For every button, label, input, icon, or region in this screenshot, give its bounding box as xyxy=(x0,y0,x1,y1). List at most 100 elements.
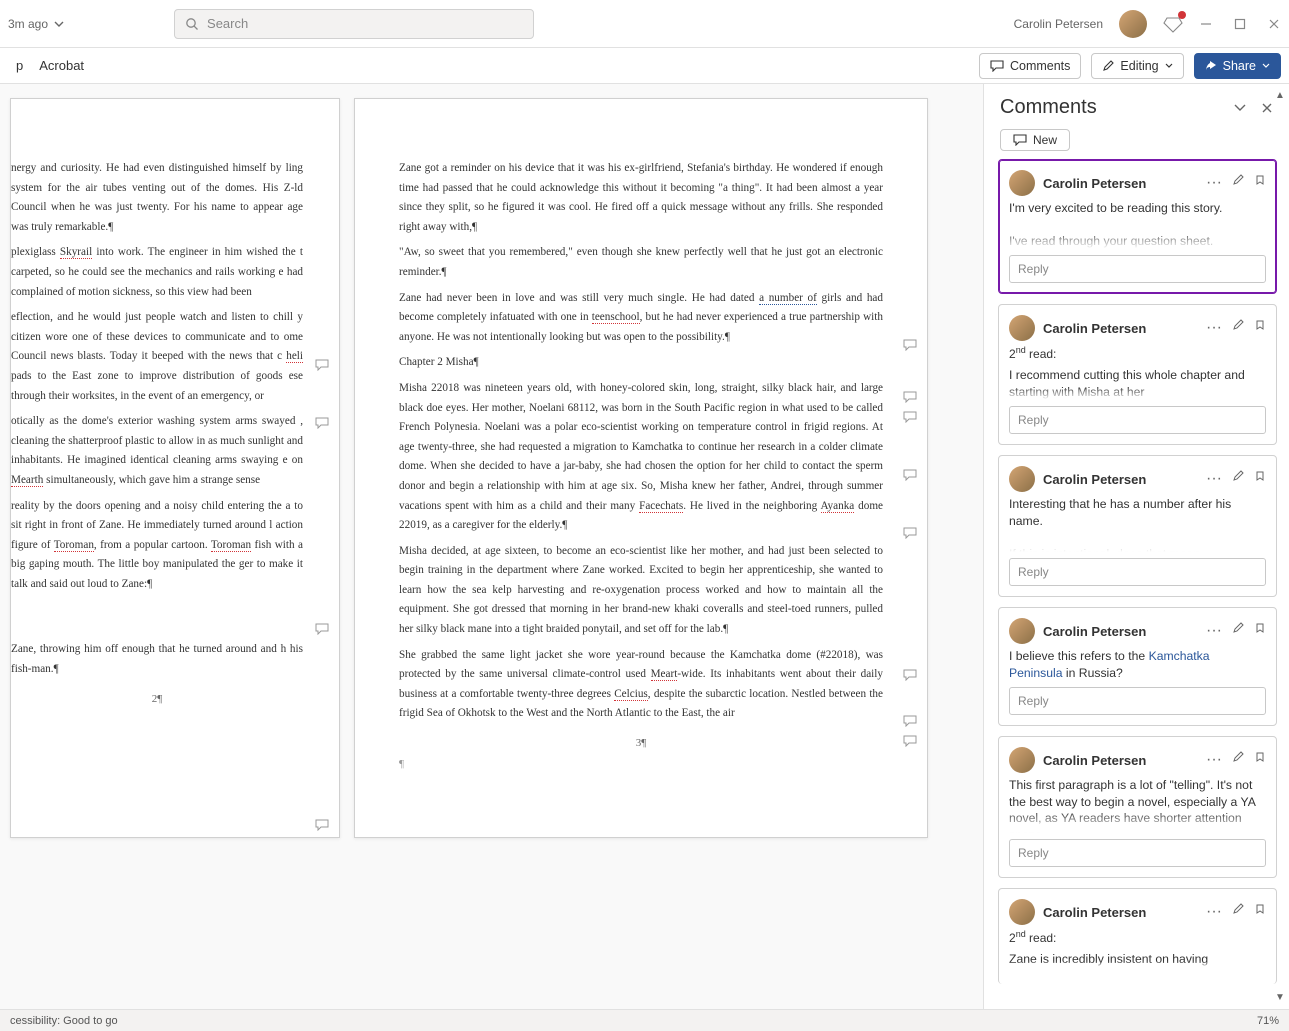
paragraph[interactable]: She grabbed the same light jacket she wo… xyxy=(399,646,883,724)
reply-input[interactable]: Reply xyxy=(1009,839,1266,867)
pencil-icon[interactable] xyxy=(1232,470,1244,488)
scroll-down-icon[interactable]: ▼ xyxy=(1275,992,1285,1003)
pencil-icon[interactable] xyxy=(1232,174,1244,192)
comment-marker-icon[interactable] xyxy=(903,411,917,423)
main: nergy and curiosity. He had even disting… xyxy=(0,84,1289,1009)
paragraph[interactable]: reality by the doors opening and a noisy… xyxy=(11,497,303,595)
minimize-button[interactable] xyxy=(1199,17,1213,31)
paragraph[interactable]: Misha decided, at age sixteen, to become… xyxy=(399,542,883,640)
comment-marker-icon[interactable] xyxy=(903,715,917,727)
comment-marker-icon[interactable] xyxy=(315,623,329,635)
comment-marker-icon[interactable] xyxy=(903,735,917,747)
comment-card[interactable]: Carolin Petersen ··· 2nd read: I recomme… xyxy=(998,304,1277,445)
paragraph[interactable]: "Aw, so sweet that you remembered," even… xyxy=(399,243,883,282)
page-content[interactable]: nergy and curiosity. He had even disting… xyxy=(11,99,339,727)
search-icon xyxy=(185,17,199,31)
avatar xyxy=(1009,747,1035,773)
comments-title: Comments xyxy=(1000,96,1097,119)
page-2: nergy and curiosity. He had even disting… xyxy=(10,98,340,838)
paragraph[interactable]: Zane had never been in love and was stil… xyxy=(399,289,883,348)
chevron-down-icon xyxy=(54,21,64,27)
paragraph[interactable]: Zane, throwing him off enough that he tu… xyxy=(11,640,303,679)
new-comment-label: New xyxy=(1033,133,1057,147)
page-number: 2¶ xyxy=(11,690,303,709)
share-button-label: Share xyxy=(1223,59,1256,73)
tab-help[interactable]: p xyxy=(8,54,31,77)
resolve-icon[interactable] xyxy=(1254,751,1266,769)
share-icon xyxy=(1205,60,1217,72)
search-input[interactable]: Search xyxy=(174,9,534,39)
avatar xyxy=(1009,466,1035,492)
resolve-icon[interactable] xyxy=(1254,174,1266,192)
share-button[interactable]: Share xyxy=(1194,53,1281,79)
more-icon[interactable]: ··· xyxy=(1206,751,1222,769)
more-icon[interactable]: ··· xyxy=(1206,903,1222,921)
comment-marker-icon[interactable] xyxy=(903,527,917,539)
paragraph[interactable]: otically as the dome's exterior washing … xyxy=(11,412,303,490)
pencil-icon[interactable] xyxy=(1232,622,1244,640)
resolve-icon[interactable] xyxy=(1254,470,1266,488)
paragraph[interactable]: eflection, and he would just people watc… xyxy=(11,308,303,406)
comment-marker-icon[interactable] xyxy=(903,469,917,481)
resolve-icon[interactable] xyxy=(1254,622,1266,640)
pencil-icon[interactable] xyxy=(1232,319,1244,337)
comment-card[interactable]: Carolin Petersen ··· I believe this refe… xyxy=(998,607,1277,726)
zoom-level[interactable]: 71% xyxy=(1257,1015,1279,1027)
paragraph[interactable]: plexiglass Skyrail into work. The engine… xyxy=(11,243,303,302)
comment-card[interactable]: Carolin Petersen ··· Interesting that he… xyxy=(998,455,1277,597)
end-mark: ¶ xyxy=(399,755,883,774)
comment-body: Interesting that he has a number after h… xyxy=(1009,496,1266,552)
chevron-down-icon xyxy=(1262,63,1270,68)
tab-acrobat[interactable]: Acrobat xyxy=(31,54,92,77)
document-area[interactable]: nergy and curiosity. He had even disting… xyxy=(0,84,983,1009)
collapse-icon[interactable] xyxy=(1233,102,1247,114)
comment-marker-icon[interactable] xyxy=(903,339,917,351)
ribbon-right: Comments Editing Share xyxy=(979,53,1281,79)
resolve-icon[interactable] xyxy=(1254,319,1266,337)
reply-input[interactable]: Reply xyxy=(1009,558,1266,586)
comments-scrollbar[interactable]: ▲ ▼ xyxy=(1275,90,1287,1003)
close-icon[interactable] xyxy=(1261,102,1273,114)
pencil-icon xyxy=(1102,60,1114,72)
comment-marker-icon[interactable] xyxy=(315,359,329,371)
more-icon[interactable]: ··· xyxy=(1206,470,1222,488)
more-icon[interactable]: ··· xyxy=(1206,622,1222,640)
comment-marker-icon[interactable] xyxy=(315,819,329,831)
reply-input[interactable]: Reply xyxy=(1009,687,1266,715)
paragraph[interactable]: Misha 22018 was nineteen years old, with… xyxy=(399,379,883,536)
scroll-up-icon[interactable]: ▲ xyxy=(1275,90,1285,101)
comment-marker-icon[interactable] xyxy=(315,417,329,429)
comment-author: Carolin Petersen xyxy=(1043,472,1146,487)
more-icon[interactable]: ··· xyxy=(1206,319,1222,337)
premium-icon[interactable] xyxy=(1163,14,1183,34)
comment-author: Carolin Petersen xyxy=(1043,624,1146,639)
username: Carolin Petersen xyxy=(1014,17,1103,31)
comment-body: I recommend cutting this whole chapter a… xyxy=(1009,367,1266,400)
comment-card[interactable]: Carolin Petersen ··· 2nd read: Zane is i… xyxy=(998,888,1277,983)
comment-marker-icon[interactable] xyxy=(903,669,917,681)
accessibility-status[interactable]: cessibility: Good to go xyxy=(10,1015,118,1027)
reply-input[interactable]: Reply xyxy=(1009,406,1266,434)
avatar[interactable] xyxy=(1119,10,1147,38)
maximize-button[interactable] xyxy=(1233,17,1247,31)
comment-author: Carolin Petersen xyxy=(1043,321,1146,336)
chapter-heading[interactable]: Chapter 2 Misha¶ xyxy=(399,353,883,373)
paragraph[interactable]: nergy and curiosity. He had even disting… xyxy=(11,159,303,237)
editing-button[interactable]: Editing xyxy=(1091,53,1183,79)
autosave-status[interactable]: 3m ago xyxy=(8,17,64,31)
comment-marker-icon[interactable] xyxy=(903,391,917,403)
close-button[interactable] xyxy=(1267,17,1281,31)
search-wrap: Search xyxy=(174,9,534,39)
new-comment-button[interactable]: New xyxy=(1000,129,1070,151)
resolve-icon[interactable] xyxy=(1254,903,1266,921)
pencil-icon[interactable] xyxy=(1232,903,1244,921)
new-comment-icon xyxy=(1013,134,1027,146)
paragraph[interactable]: Zane got a reminder on his device that i… xyxy=(399,159,883,237)
page-content[interactable]: Zane got a reminder on his device that i… xyxy=(355,99,927,793)
comment-card[interactable]: Carolin Petersen ··· This first paragrap… xyxy=(998,736,1277,878)
pencil-icon[interactable] xyxy=(1232,751,1244,769)
comment-card[interactable]: Carolin Petersen ··· I'm very excited to… xyxy=(998,159,1277,294)
more-icon[interactable]: ··· xyxy=(1206,174,1222,192)
reply-input[interactable]: Reply xyxy=(1009,255,1266,283)
comments-button[interactable]: Comments xyxy=(979,53,1081,79)
